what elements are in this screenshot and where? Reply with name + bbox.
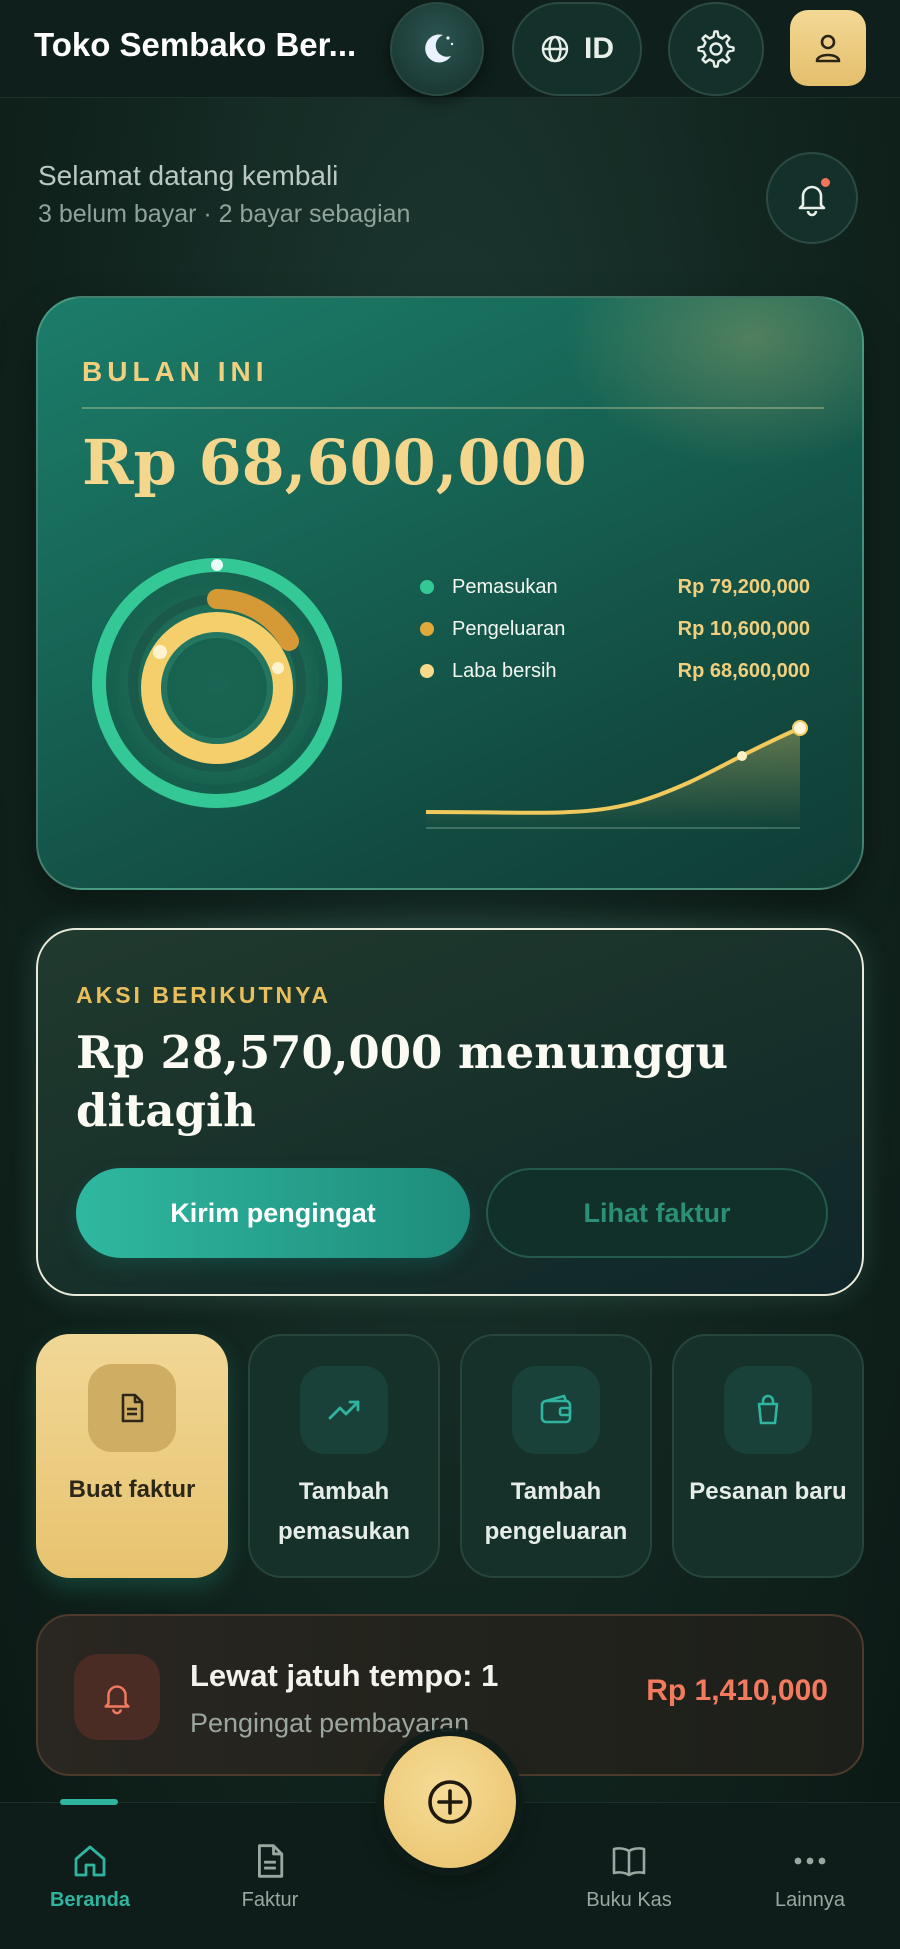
nav-label: Beranda <box>49 1889 131 1911</box>
summary-period-label: BULAN INI <box>82 356 269 387</box>
nav-label: Buku Kas <box>586 1889 672 1911</box>
nav-label: Lainnya <box>774 1889 846 1911</box>
theme-toggle-button[interactable] <box>390 2 484 96</box>
summary-donut-chart <box>91 557 343 809</box>
legend-value: Rp 10,600,000 <box>677 617 810 640</box>
tile-label: Pesanan baru <box>689 1478 847 1505</box>
nav-item-more[interactable]: Lainnya <box>740 1841 880 1912</box>
trending-up-icon <box>328 1400 360 1420</box>
legend-label: Pengeluaran <box>452 617 566 640</box>
plus-circle-icon <box>428 1780 472 1824</box>
user-icon <box>815 34 841 63</box>
legend-value: Rp 68,600,000 <box>677 659 810 682</box>
next-action-label: AKSI BERIKUTNYA <box>76 982 332 1008</box>
nav-label: Faktur <box>241 1889 299 1911</box>
legend-item-net-profit: Laba bersih Rp 68,600,000 <box>420 650 810 692</box>
tile-icon-wrap <box>300 1366 388 1454</box>
wallet-icon <box>540 1394 572 1424</box>
more-icon <box>794 1857 826 1865</box>
legend-dot <box>420 580 434 594</box>
document-icon <box>258 1844 284 1878</box>
language-button[interactable]: ID <box>512 2 642 96</box>
send-reminder-button[interactable]: Kirim pengingat <box>76 1168 470 1258</box>
profile-button[interactable] <box>790 10 866 86</box>
nav-item-cash-book[interactable]: Buku Kas <box>559 1841 699 1912</box>
gear-icon <box>697 30 735 68</box>
welcome-subtitle: 3 belum bayar · 2 bayar sebagian <box>38 200 411 228</box>
notification-dot <box>821 178 830 187</box>
tile-icon-wrap <box>724 1366 812 1454</box>
settings-button[interactable] <box>668 2 764 96</box>
nav-item-home[interactable]: Beranda <box>20 1841 160 1912</box>
welcome-section: Selamat datang kembali 3 belum bayar · 2… <box>38 160 410 229</box>
overdue-icon-wrap <box>74 1654 160 1740</box>
tile-label: Tambah pengeluaran <box>484 1478 628 1545</box>
quick-action-create-invoice[interactable]: Buat faktur <box>36 1334 228 1578</box>
book-icon <box>612 1847 646 1877</box>
active-tab-indicator <box>60 1799 118 1805</box>
tile-label: Tambah pemasukan <box>277 1478 411 1545</box>
tile-icon-wrap <box>512 1366 600 1454</box>
tile-icon-wrap <box>88 1364 176 1452</box>
overdue-amount: Rp 1,410,000 <box>646 1674 828 1707</box>
legend-label: Laba bersih <box>452 659 557 682</box>
welcome-title: Selamat datang kembali <box>38 160 339 191</box>
quick-action-add-income[interactable]: Tambah pemasukan <box>248 1334 440 1578</box>
legend-dot <box>420 664 434 678</box>
globe-icon <box>541 35 569 63</box>
legend-value: Rp 79,200,000 <box>677 575 810 598</box>
next-action-title: Rp 28,570,000 menunggu ditagih <box>76 1026 729 1137</box>
overdue-title: Lewat jatuh tempo: 1 <box>190 1658 499 1693</box>
next-action-card: AKSI BERIKUTNYA Rp 28,570,000 menunggu d… <box>36 928 864 1296</box>
trend-sparkline <box>425 720 808 829</box>
legend-item-income: Pemasukan Rp 79,200,000 <box>420 566 810 608</box>
overdue-subtitle: Pengingat pembayaran <box>190 1708 470 1738</box>
quick-action-add-expense[interactable]: Tambah pengeluaran <box>460 1334 652 1578</box>
app-title: Toko Sembako Ber... <box>34 26 357 63</box>
legend-dot <box>420 622 434 636</box>
quick-action-new-order[interactable]: Pesanan baru <box>672 1334 864 1578</box>
document-icon <box>121 1393 144 1423</box>
summary-legend: Pemasukan Rp 79,200,000 Pengeluaran Rp 1… <box>420 566 810 692</box>
nav-item-invoices[interactable]: Faktur <box>200 1841 340 1912</box>
divider <box>82 407 824 409</box>
bell-icon <box>104 1685 130 1715</box>
summary-amount: Rp 68,600,000 <box>82 426 587 499</box>
language-label: ID <box>584 32 614 65</box>
moon-icon <box>425 34 454 63</box>
shopping-bag-icon <box>757 1394 779 1425</box>
tile-label: Buat faktur <box>68 1476 196 1503</box>
monthly-summary-card[interactable]: BULAN INI Rp 68,600,000 Pemasukan Rp 79,… <box>36 296 864 890</box>
home-icon <box>74 1845 106 1877</box>
legend-label: Pemasukan <box>452 575 558 598</box>
notifications-button[interactable] <box>766 152 858 244</box>
view-invoices-button[interactable]: Lihat faktur <box>486 1168 828 1258</box>
top-app-bar: Toko Sembako Ber... ID <box>0 0 900 98</box>
add-fab-button[interactable] <box>384 1736 516 1868</box>
legend-item-expense: Pengeluaran Rp 10,600,000 <box>420 608 810 650</box>
